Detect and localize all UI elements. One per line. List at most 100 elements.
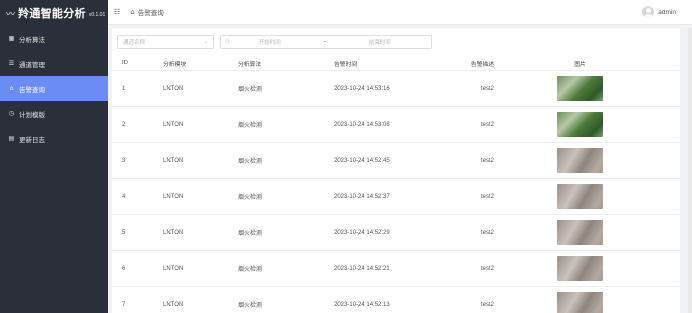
- main-panel: 通道名称 ⌄ ◷ 开始时间 - 结束时间 ID 分析模块 分析算法 告警时间 告…: [112, 28, 680, 313]
- cell-image: [498, 292, 662, 313]
- sidebar-item-plan-templates[interactable]: ◷ 计划模版: [0, 101, 108, 126]
- list-icon: ☰: [8, 60, 15, 67]
- table-row[interactable]: 2 LNTON 烟火检测 2023-10-24 14:53:08 test2: [112, 107, 680, 143]
- cell-image: [498, 220, 662, 245]
- sidebar: 〰 羚通智能分析 v0.1.01 ▦ 分析算法 ☰ 通道管理 ⌂ 告警查询 ◷ …: [0, 0, 108, 313]
- sidebar-item-label: 计划模版: [19, 111, 45, 119]
- cell-module: LNTON: [163, 85, 184, 92]
- cell-module: LNTON: [163, 301, 184, 308]
- grid-icon: ▦: [8, 35, 15, 42]
- cell-image: [498, 184, 662, 209]
- clock-icon: ◷: [8, 110, 15, 117]
- sidebar-item-changelog[interactable]: ▤ 更新日志: [0, 126, 108, 151]
- cell-id: 3: [122, 157, 126, 164]
- column-header-module[interactable]: 分析模块: [144, 59, 238, 68]
- alarm-thumbnail[interactable]: [557, 220, 603, 245]
- breadcrumb: 告警查询: [137, 10, 164, 17]
- cell-description: test2: [480, 121, 494, 128]
- sidebar-item-channels[interactable]: ☰ 通道管理: [0, 51, 108, 76]
- cell-algorithm: 烟火检测: [238, 231, 263, 237]
- channel-select-placeholder: 通道名称: [123, 40, 146, 46]
- cell-description: test2: [480, 229, 494, 236]
- page-scrollbar[interactable]: [688, 28, 692, 313]
- cell-time: 2023-10-24 14:53:08: [334, 121, 390, 128]
- cell-image: [498, 256, 662, 281]
- cell-time: 2023-10-24 14:52:21: [334, 265, 390, 272]
- cell-id: 4: [122, 193, 126, 200]
- table-row[interactable]: 6 LNTON 烟火检测 2023-10-24 14:52:21 test2: [112, 251, 680, 287]
- username[interactable]: admin: [658, 9, 676, 16]
- sidebar-item-label: 通道管理: [19, 61, 45, 69]
- column-header-algorithm[interactable]: 分析算法: [238, 59, 334, 68]
- alarm-table: ID 分析模块 分析算法 告警时间 告警描述 图片 1 LNTON 烟火检测 2…: [112, 56, 680, 313]
- table-header: ID 分析模块 分析算法 告警时间 告警描述 图片: [112, 56, 680, 71]
- alarm-thumbnail[interactable]: [557, 256, 603, 281]
- cell-id: 2: [122, 121, 126, 128]
- table-row[interactable]: 7 LNTON 烟火检测 2023-10-24 14:52:13 test2: [112, 287, 680, 313]
- sidebar-item-label: 分析算法: [19, 36, 45, 44]
- app-logo: 〰 羚通智能分析 v0.1.01: [0, 0, 108, 26]
- channel-select[interactable]: 通道名称 ⌄: [117, 35, 214, 49]
- sidebar-item-label: 更新日志: [19, 136, 45, 144]
- cell-id: 7: [122, 301, 126, 308]
- top-bar: ☷ ⌂ 告警查询 admin: [108, 0, 692, 25]
- cell-module: LNTON: [163, 157, 184, 164]
- menu-toggle-icon[interactable]: ☷: [114, 8, 120, 16]
- alarm-thumbnail[interactable]: [557, 184, 603, 209]
- table-row[interactable]: 4 LNTON 烟火检测 2023-10-24 14:52:37 test2: [112, 179, 680, 215]
- filter-bar: 通道名称 ⌄ ◷ 开始时间 - 结束时间: [117, 35, 432, 49]
- avatar[interactable]: [642, 6, 655, 18]
- cell-time: 2023-10-24 14:52:37: [334, 193, 390, 200]
- alarm-thumbnail[interactable]: [557, 76, 603, 101]
- chevron-down-icon: ⌄: [203, 39, 208, 45]
- end-time-input[interactable]: 结束时间: [340, 38, 420, 46]
- cell-description: test2: [480, 157, 494, 164]
- cell-description: test2: [480, 301, 494, 308]
- sidebar-item-label: 告警查询: [19, 86, 45, 94]
- cell-time: 2023-10-24 14:52:45: [334, 157, 390, 164]
- alarm-thumbnail[interactable]: [557, 148, 603, 173]
- cell-algorithm: 烟火检测: [238, 87, 263, 93]
- date-range-separator: -: [323, 39, 326, 45]
- cell-algorithm: 烟火检测: [238, 123, 263, 129]
- start-time-input[interactable]: 开始时间: [230, 38, 310, 46]
- document-icon: ▤: [8, 135, 15, 142]
- column-header-description[interactable]: 告警描述: [444, 59, 498, 68]
- column-header-time[interactable]: 告警时间: [334, 59, 444, 68]
- cell-algorithm: 烟火检测: [238, 159, 263, 165]
- app-version: v0.1.01: [88, 11, 106, 18]
- sidebar-item-algorithms[interactable]: ▦ 分析算法: [0, 26, 108, 51]
- table-row[interactable]: 5 LNTON 烟火检测 2023-10-24 14:52:29 test2: [112, 215, 680, 251]
- cell-image: [498, 148, 662, 173]
- cell-time: 2023-10-24 14:52:29: [334, 229, 390, 236]
- cell-module: LNTON: [163, 265, 184, 272]
- cell-algorithm: 烟火检测: [238, 303, 263, 309]
- breadcrumb-home-icon[interactable]: ⌂: [130, 8, 134, 16]
- app-title: 羚通智能分析: [18, 8, 86, 20]
- cell-algorithm: 烟火检测: [238, 267, 263, 273]
- date-range-picker[interactable]: ◷ 开始时间 - 结束时间: [220, 35, 432, 49]
- column-header-image[interactable]: 图片: [498, 59, 662, 68]
- sidebar-item-alarm-query[interactable]: ⌂ 告警查询: [0, 76, 108, 101]
- home-icon: ⌂: [9, 85, 14, 92]
- alarm-thumbnail[interactable]: [557, 292, 603, 313]
- user-menu[interactable]: admin: [642, 6, 676, 18]
- column-header-id[interactable]: ID: [112, 60, 144, 66]
- cell-description: test2: [480, 85, 494, 92]
- cell-id: 6: [122, 265, 126, 272]
- cell-module: LNTON: [163, 121, 184, 128]
- cell-module: LNTON: [163, 229, 184, 236]
- cell-module: LNTON: [163, 193, 184, 200]
- alarm-thumbnail[interactable]: [557, 112, 603, 137]
- cell-time: 2023-10-24 14:53:16: [334, 85, 390, 92]
- logo-wave-icon: 〰: [6, 9, 16, 20]
- table-row[interactable]: 3 LNTON 烟火检测 2023-10-24 14:52:45 test2: [112, 143, 680, 179]
- cell-id: 5: [122, 229, 126, 236]
- table-row[interactable]: 1 LNTON 烟火检测 2023-10-24 14:53:16 test2: [112, 71, 680, 107]
- cell-image: [498, 76, 662, 101]
- cell-image: [498, 112, 662, 137]
- cell-id: 1: [122, 85, 126, 92]
- cell-algorithm: 烟火检测: [238, 195, 263, 201]
- cell-description: test2: [480, 265, 494, 272]
- cell-time: 2023-10-24 14:52:13: [334, 301, 390, 308]
